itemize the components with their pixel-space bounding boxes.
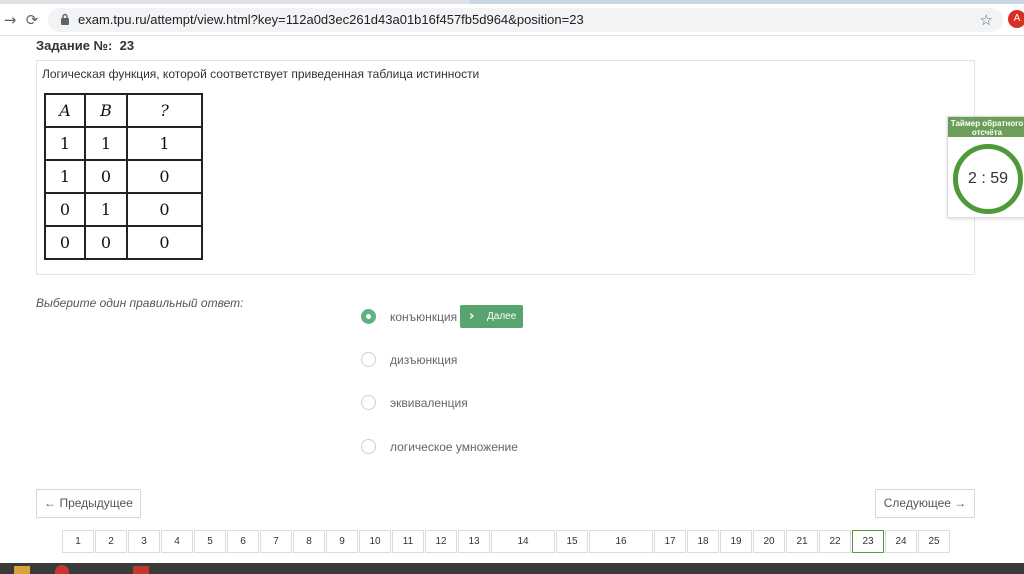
header-cell: A (44, 93, 86, 128)
table-cell: 0 (44, 192, 86, 227)
question-text: Логическая функция, которой соответствуе… (42, 67, 480, 81)
app-icon[interactable] (133, 566, 149, 574)
truth-table-row: 1 0 0 (44, 159, 203, 194)
table-cell: 0 (126, 225, 203, 260)
browser-toolbar: → ⟳ exam.tpu.ru/attempt/view.html?key=11… (0, 4, 1024, 36)
bookmark-star-icon[interactable]: ☆ (980, 8, 993, 32)
page-button[interactable]: 21 (786, 530, 818, 553)
timer-title: Таймер обратного отсчёта (948, 117, 1024, 137)
table-cell: 0 (84, 225, 128, 260)
table-cell: 1 (44, 159, 86, 194)
page-button[interactable]: 15 (556, 530, 588, 553)
page-button[interactable]: 9 (326, 530, 358, 553)
table-cell: 1 (44, 126, 86, 161)
truth-table: A B ? 1 1 1 1 0 0 0 1 0 0 0 0 (44, 93, 203, 260)
header-cell: ? (126, 93, 203, 128)
countdown-timer: Таймер обратного отсчёта 2 : 59 (947, 116, 1024, 218)
answer-option-label[interactable]: конъюнкция (390, 310, 457, 324)
task-label: Задание №: (36, 38, 113, 53)
next-question-button[interactable]: › Далее (460, 305, 523, 328)
truth-table-row: 1 1 1 (44, 126, 203, 161)
table-cell: 1 (84, 126, 128, 161)
truth-table-row: 0 1 0 (44, 192, 203, 227)
table-cell: 1 (84, 192, 128, 227)
radio-button-selected[interactable] (361, 309, 376, 324)
task-title: Задание №: 23 (36, 38, 134, 53)
page-button[interactable]: 18 (687, 530, 719, 553)
page-button[interactable]: 19 (720, 530, 752, 553)
radio-button[interactable] (361, 439, 376, 454)
table-cell: 0 (44, 225, 86, 260)
page-button[interactable]: 17 (654, 530, 686, 553)
browser-icon[interactable] (55, 565, 69, 574)
truth-table-row: 0 0 0 (44, 225, 203, 260)
forward-icon[interactable]: → (0, 10, 20, 30)
task-number: 23 (119, 38, 135, 53)
page-button[interactable]: 8 (293, 530, 325, 553)
next-button[interactable]: Следующее → (875, 489, 975, 518)
table-cell: 0 (126, 159, 203, 194)
page-button[interactable]: 20 (753, 530, 785, 553)
page-button[interactable]: 11 (392, 530, 424, 553)
page-button[interactable]: 16 (589, 530, 653, 553)
page-button[interactable]: 22 (819, 530, 851, 553)
answer-prompt: Выберите один правильный ответ: (36, 296, 244, 310)
chevron-right-icon: › (469, 309, 475, 324)
page-button[interactable]: 1 (62, 530, 94, 553)
folder-icon[interactable] (14, 566, 30, 574)
lock-icon (61, 13, 69, 25)
truth-table-header: A B ? (44, 93, 203, 128)
url-text[interactable]: exam.tpu.ru/attempt/view.html?key=112a0d… (78, 8, 584, 32)
page-button[interactable]: 7 (260, 530, 292, 553)
page-button-current[interactable]: 23 (852, 530, 884, 553)
page-button[interactable]: 4 (161, 530, 193, 553)
page-button[interactable]: 6 (227, 530, 259, 553)
profile-avatar[interactable]: A (1008, 10, 1024, 28)
table-cell: 1 (126, 126, 203, 161)
page-button[interactable]: 10 (359, 530, 391, 553)
radio-button[interactable] (361, 352, 376, 367)
header-cell: B (84, 93, 128, 128)
os-taskbar (0, 563, 1024, 574)
radio-button[interactable] (361, 395, 376, 410)
reload-icon[interactable]: ⟳ (22, 10, 42, 30)
page-button[interactable]: 5 (194, 530, 226, 553)
question-box: Логическая функция, которой соответствуе… (36, 60, 975, 275)
table-cell: 0 (126, 192, 203, 227)
page-button[interactable]: 2 (95, 530, 127, 553)
pagination: 1 2 3 4 5 6 7 8 9 10 11 12 13 14 15 16 1… (62, 530, 951, 553)
previous-button[interactable]: ← Предыдущее (36, 489, 141, 518)
answer-option-label[interactable]: эквиваленция (390, 396, 468, 410)
page-button[interactable]: 12 (425, 530, 457, 553)
address-bar[interactable]: exam.tpu.ru/attempt/view.html?key=112a0d… (48, 8, 1003, 32)
page-button[interactable]: 24 (885, 530, 917, 553)
page-button[interactable]: 13 (458, 530, 490, 553)
timer-value: 2 : 59 (953, 144, 1023, 214)
answer-option-label[interactable]: дизъюнкция (390, 353, 457, 367)
table-cell: 0 (84, 159, 128, 194)
page-button[interactable]: 25 (918, 530, 950, 553)
page-button[interactable]: 3 (128, 530, 160, 553)
next-question-label: Далее (487, 311, 517, 322)
answer-option-label[interactable]: логическое умножение (390, 440, 518, 454)
page-button[interactable]: 14 (491, 530, 555, 553)
